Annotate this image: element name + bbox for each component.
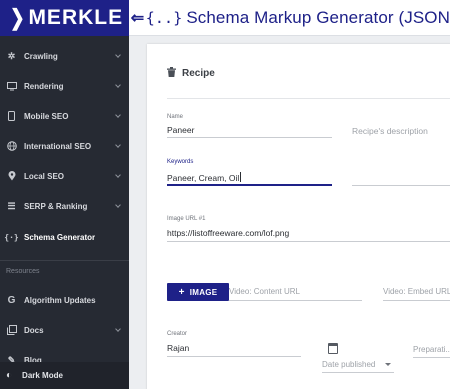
chevron-down-icon	[115, 82, 121, 88]
sidebar-item-crawling[interactable]: ✲ Crawling	[0, 41, 129, 71]
recipe-form-card: Recipe Name Paneer Recipe's description …	[147, 44, 450, 389]
chevron-down-icon	[115, 52, 121, 58]
chevron-down-icon	[115, 202, 121, 208]
dark-mode-toggle[interactable]: ◐ Dark Mode	[0, 362, 129, 389]
video-content-url-field[interactable]: Video: Content URL	[229, 283, 362, 301]
description-field[interactable]: Recipe's description	[352, 114, 450, 138]
creator-label: Creator	[167, 331, 188, 337]
list-icon: ☰	[7, 200, 16, 211]
location-pin-icon	[6, 171, 17, 182]
logo-text: MERKLE	[28, 6, 124, 29]
page-title-text: Schema Markup Generator (JSON	[186, 7, 450, 27]
chevron-down-icon	[115, 142, 121, 148]
sidebar-item-serp-ranking[interactable]: ☰ SERP & Ranking	[0, 191, 129, 221]
secondary-field[interactable]	[352, 159, 450, 186]
chevron-down-icon	[115, 326, 121, 332]
video-content-url-underline	[229, 300, 362, 301]
date-published-select[interactable]: Date published	[322, 357, 394, 373]
image-url-field[interactable]: Image URL #1 https://listoffreeware.com/…	[167, 216, 450, 242]
chevron-down-icon	[115, 112, 121, 118]
section-title: Recipe	[167, 67, 215, 80]
keywords-text: Paneer, Cream, Oil	[167, 173, 240, 183]
video-embed-url-underline	[383, 300, 450, 301]
sidebar-divider	[0, 260, 129, 261]
docs-icon	[6, 325, 17, 336]
dark-mode-label: Dark Mode	[22, 371, 63, 380]
spider-icon: ✲	[7, 50, 16, 61]
globe-icon	[6, 141, 17, 152]
keywords-underline	[167, 184, 332, 186]
date-published-placeholder: Date published	[322, 360, 376, 369]
creator-value: Rajan	[167, 343, 190, 353]
sidebar-item-local-seo[interactable]: Local SEO	[0, 161, 129, 191]
sidebar-item-algorithm-updates[interactable]: G Algorithm Updates	[0, 285, 129, 315]
trash-icon[interactable]	[167, 67, 176, 80]
add-image-button[interactable]: + IMAGE	[167, 283, 229, 301]
sidebar-item-label: Schema Generator	[24, 232, 96, 242]
sidebar-item-mobile-seo[interactable]: Mobile SEO	[0, 101, 129, 131]
plus-icon: +	[178, 286, 185, 298]
sidebar-item-label: Crawling	[24, 51, 58, 61]
creator-underline	[167, 356, 301, 357]
mobile-icon	[6, 111, 17, 122]
keywords-value: Paneer, Cream, Oil	[167, 172, 242, 183]
resources-heading: Resources	[6, 268, 40, 275]
sidebar-item-label: International SEO	[24, 141, 92, 151]
sidebar-item-schema-generator[interactable]: {·} Schema Generator	[0, 222, 129, 252]
code-braces-icon: {..}	[145, 8, 183, 27]
top-header: ⇐ {..} Schema Markup Generator (JSON	[129, 0, 450, 36]
video-content-url-placeholder: Video: Content URL	[229, 287, 301, 296]
brand-bar: ❯ MERKLE	[0, 0, 129, 36]
name-label: Name	[167, 114, 184, 120]
description-placeholder: Recipe's description	[352, 126, 428, 136]
section-divider	[167, 98, 450, 99]
sidebar-item-label: Algorithm Updates	[24, 295, 96, 305]
google-icon: G	[7, 294, 16, 306]
sidebar-item-label: Local SEO	[24, 171, 65, 181]
sidebar: ❯ MERKLE ✲ Crawling Rendering Mobile SEO…	[0, 0, 129, 389]
secondary-underline	[352, 185, 450, 186]
sidebar-item-docs[interactable]: Docs	[0, 315, 129, 345]
chevron-down-icon	[115, 172, 121, 178]
preparation-underline	[413, 357, 450, 358]
sidebar-item-label: Docs	[24, 325, 44, 335]
preparation-field[interactable]: Preparati...	[413, 342, 450, 358]
half-moon-icon: ◐	[6, 370, 13, 381]
sidebar-item-label: Mobile SEO	[24, 111, 69, 121]
image-url-underline	[167, 241, 450, 242]
date-published-underline	[322, 372, 394, 373]
logo-chevron-icon: ❯	[9, 5, 26, 30]
video-embed-url-field[interactable]: Video: Embed URL	[383, 283, 450, 301]
section-title-text: Recipe	[182, 68, 215, 79]
page-title: {..} Schema Markup Generator (JSON	[146, 8, 450, 28]
monitor-icon	[6, 81, 17, 92]
dropdown-arrow-icon	[385, 363, 391, 366]
keywords-label: Keywords	[167, 159, 194, 165]
add-image-label: IMAGE	[189, 287, 218, 297]
preparation-placeholder: Preparati...	[413, 345, 450, 354]
sidebar-item-label: SERP & Ranking	[24, 201, 88, 211]
code-braces-icon: {·}	[4, 232, 19, 242]
sidebar-item-label: Rendering	[24, 81, 64, 91]
collapse-menu-icon[interactable]: ⇐	[129, 0, 146, 36]
calendar-icon[interactable]	[328, 343, 338, 354]
merkle-logo[interactable]: ❯ MERKLE	[8, 5, 123, 31]
text-cursor	[240, 172, 242, 182]
video-embed-url-placeholder: Video: Embed URL	[383, 287, 450, 296]
name-underline	[167, 137, 332, 138]
name-field[interactable]: Name Paneer	[167, 114, 332, 138]
image-url-label: Image URL #1	[167, 216, 206, 222]
sidebar-item-rendering[interactable]: Rendering	[0, 71, 129, 101]
keywords-field[interactable]: Keywords Paneer, Cream, Oil	[167, 159, 332, 186]
creator-field[interactable]: Creator Rajan	[167, 331, 301, 357]
sidebar-item-international-seo[interactable]: International SEO	[0, 131, 129, 161]
name-value: Paneer	[167, 125, 195, 135]
image-url-value: https://listoffreeware.com/lof.png	[167, 228, 290, 238]
